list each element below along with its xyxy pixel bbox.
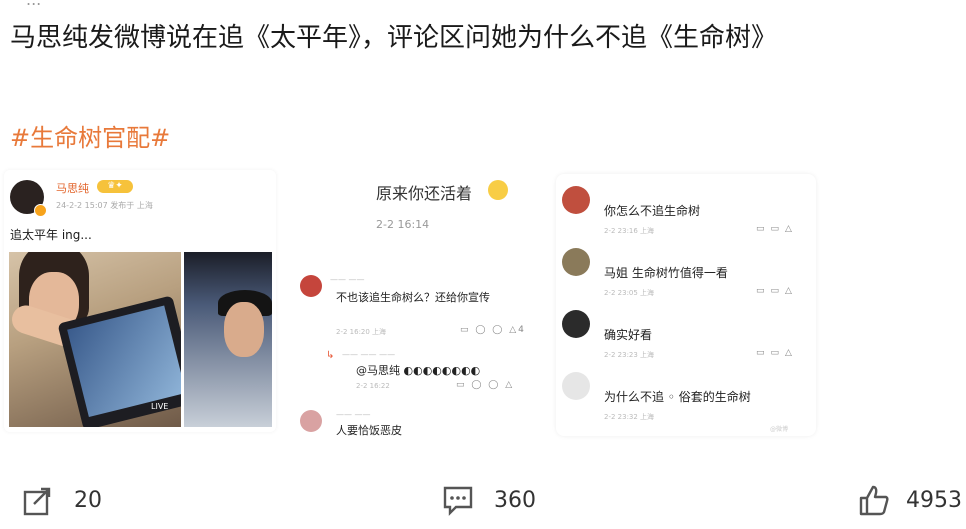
avatar[interactable] (562, 248, 590, 276)
like-button[interactable]: 4953 (858, 484, 964, 518)
comment-user[interactable]: —— —— (330, 275, 365, 284)
post-text: 追太平年 ing... (10, 228, 92, 242)
comment-actions[interactable]: ▭▭△ (756, 348, 798, 358)
reply-user[interactable]: —— —— —— (342, 350, 395, 359)
comment-text: 马姐 生命树竹值得一看 (604, 266, 728, 280)
comment-actions[interactable]: ▭▭△ (756, 224, 798, 234)
thumbs-up-icon (859, 485, 889, 516)
weibo-watermark: @微博 (770, 426, 789, 433)
vip-badge-icon (34, 204, 47, 217)
thread-title: 原来你还活着 (376, 184, 473, 203)
tablet-screen (67, 305, 181, 418)
reply-actions[interactable]: ▭ ◯ ◯ △ (456, 380, 514, 390)
comment-meta: 2-2 23:23 上海 (604, 351, 655, 359)
comment-icon (443, 486, 473, 516)
avatar[interactable] (562, 372, 590, 400)
comment-meta: 2-2 23:32 上海 (604, 413, 655, 421)
live-photo-label: LIVE (151, 402, 169, 411)
comment-button[interactable]: 360 (442, 484, 562, 518)
comment-meta: 2-2 16:20 上海 (336, 328, 387, 336)
comment-item: 确实好看 2-2 23:23 上海 ▭▭△ (562, 302, 812, 362)
post-meta: 24-2-2 15:07 发布于 上海 (56, 201, 153, 210)
weibo-post-card: 马思纯 ♛✦ 24-2-2 15:07 发布于 上海 追太平年 ing... L… (4, 170, 276, 432)
reply-arrow-icon: ↳ (326, 350, 335, 361)
comment-text: 人要恰饭恶皮 (336, 424, 402, 437)
comment-item: 马姐 生命树竹值得一看 2-2 23:05 上海 ▭▭△ (562, 240, 812, 300)
share-icon (23, 487, 51, 516)
post-photo-drama[interactable] (184, 252, 272, 427)
comment-meta: 2-2 23:05 上海 (604, 289, 655, 297)
headline: 马思纯发微博说在追《太平年》，评论区问她为什么不追《生命树》 (10, 23, 778, 53)
post-photo-selfie[interactable]: LIVE (9, 252, 181, 427)
comment-text: 确实好看 (604, 328, 653, 342)
comment-user[interactable]: —— —— (336, 410, 371, 419)
avatar[interactable] (300, 410, 322, 432)
avatar[interactable] (562, 310, 590, 338)
comment-text: 为什么不追 ◦ 俗套的生命树 (604, 390, 751, 404)
share-button[interactable]: 20 (22, 484, 132, 518)
comment-item: 你怎么不追生命树 2-2 23:16 上海 ▭▭△ (562, 178, 812, 238)
comment-item: 为什么不追 ◦ 俗套的生命树 2-2 23:32 上海 (562, 364, 812, 424)
comment-list-card: 你怎么不追生命树 2-2 23:16 上海 ▭▭△ 马姐 生命树竹值得一看 2-… (556, 174, 816, 436)
photo-face (224, 302, 264, 357)
reply-text: @马思纯 ◐◐◐◐◐◐◐◐ (356, 364, 481, 377)
comment-text: 你怎么不追生命树 (604, 204, 701, 218)
comment-meta: 2-2 23:16 上海 (604, 227, 655, 235)
crown-badge-icon: ♛✦ (97, 180, 133, 193)
comment-text: 不也该追生命树么？还给你宣传 (336, 291, 490, 304)
reply-meta: 2-2 16:22 (356, 382, 390, 390)
comment-actions[interactable]: ▭▭△ (756, 286, 798, 296)
poster-name[interactable]: 马思纯 (56, 180, 89, 196)
share-count: 20 (74, 488, 102, 513)
thread-time: 2-2 16:14 (376, 218, 430, 231)
avatar[interactable] (562, 186, 590, 214)
comment-count: 360 (494, 488, 536, 513)
like-count: 4953 (906, 488, 962, 513)
comment-thread-card: 原来你还活着 2-2 16:14 —— —— 不也该追生命树么？还给你宣传 2-… (296, 170, 542, 437)
comment-actions[interactable]: ▭ ◯ ◯ △4 (460, 325, 526, 335)
action-bar: 20 360 4953 (0, 478, 966, 524)
hashtag-link[interactable]: #生命树官配# (10, 118, 170, 153)
top-fragment: ... (26, 0, 41, 9)
smile-emoji-icon (488, 180, 508, 200)
avatar[interactable] (300, 275, 322, 297)
